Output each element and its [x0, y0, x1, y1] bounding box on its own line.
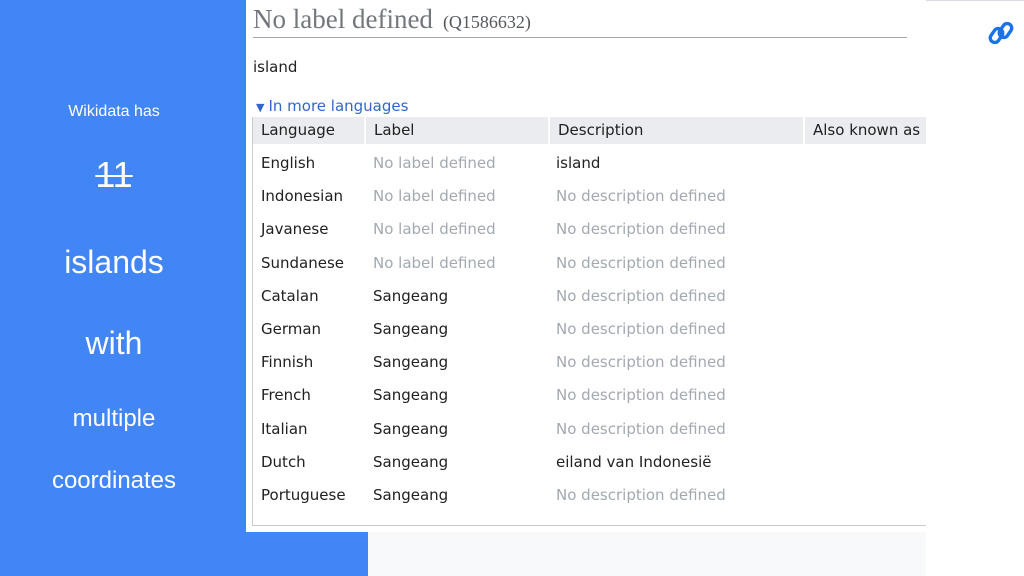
table-row: Dutch Sangeang eiland van Indonesië: [253, 446, 926, 479]
header-also-known-as: Also known as: [803, 117, 926, 144]
wikidata-screenshot: No label defined (Q1586632) island ▼ In mo…: [246, 0, 926, 532]
row-language: Portuguese: [261, 486, 346, 504]
table-row: Finnish Sangeang No description defined: [253, 346, 926, 379]
row-description: No description defined: [556, 386, 726, 405]
table-row: Indonesian No label defined No description…: [253, 180, 926, 213]
header-label: Label: [364, 117, 546, 144]
languages-table: Language Label Description Also known as…: [252, 117, 926, 526]
row-language: German: [261, 320, 322, 338]
row-description: No description defined: [556, 486, 726, 504]
row-description: No description defined: [556, 419, 726, 438]
row-language: Catalan: [261, 286, 319, 305]
row-label: Sangeang: [373, 486, 449, 504]
row-label: No label defined: [373, 154, 496, 172]
more-languages-label: In more languages: [268, 97, 409, 115]
item-qid: (Q1586632): [442, 12, 531, 32]
row-description: No description defined: [556, 253, 726, 272]
right-divider: [926, 0, 1024, 1]
row-label: Sangeang: [373, 419, 449, 438]
table-header: Language Label Description Also known as: [253, 117, 926, 144]
table-row: English No label defined island: [253, 147, 926, 180]
item-label: No label defined: [253, 4, 433, 34]
table-row: Portuguese Sangeang No description defined: [253, 479, 926, 512]
row-language: Sundanese: [261, 253, 345, 272]
slide-intro-text: Wikidata has: [68, 103, 160, 120]
row-label: No label defined: [373, 187, 496, 206]
table-row: Sundanese No label defined No description …: [253, 247, 926, 280]
table-row: Javanese No label defined No description d…: [253, 213, 926, 246]
slide-text-coordinates: coordinates: [51, 467, 177, 494]
row-language: Dutch: [261, 452, 306, 471]
row-language: Finnish: [261, 353, 314, 372]
row-description: No description defined: [556, 320, 726, 338]
slide-text-multiple: multiple: [72, 405, 156, 432]
table-row: Italian Sangeang No description defined: [253, 413, 926, 446]
row-language: Indonesian: [261, 187, 344, 206]
slide-text-with: with: [85, 325, 143, 361]
table-row: French Sangeang No description defined: [253, 379, 926, 412]
table-row: German Sangeang No description defined: [253, 313, 926, 346]
row-label: Sangeang: [373, 286, 449, 305]
row-label: Sangeang: [373, 353, 449, 372]
row-description: No description defined: [556, 286, 726, 305]
slide-count: 11: [95, 154, 133, 195]
row-description: No description defined: [556, 353, 726, 372]
row-language: French: [261, 386, 311, 405]
slide-text-islands: islands: [64, 244, 164, 280]
more-languages-toggle[interactable]: ▼ In more languages: [256, 97, 408, 115]
row-description: No description defined: [556, 187, 726, 206]
row-label: Sangeang: [373, 452, 449, 471]
bottom-strip: [368, 532, 926, 576]
row-label: No label defined: [373, 253, 496, 272]
header-description: Description: [548, 117, 801, 144]
triangle-down-icon: ▼: [256, 101, 265, 114]
right-strip: [926, 0, 1024, 576]
row-language: English: [261, 154, 316, 172]
item-heading: No label defined (Q1586632): [253, 4, 907, 38]
link-icon[interactable]: [984, 16, 1018, 50]
header-language: Language: [261, 121, 336, 139]
row-description: eiland van Indonesië: [556, 452, 712, 471]
row-language: Italian: [261, 419, 308, 438]
row-description: No description defined: [556, 220, 726, 239]
row-description: island: [556, 154, 601, 172]
table-row: Catalan Sangeang No description defined: [253, 280, 926, 313]
item-description: island: [253, 58, 298, 76]
row-label: Sangeang: [373, 320, 449, 338]
row-language: Javanese: [261, 220, 329, 239]
row-label: No label defined: [373, 220, 496, 239]
row-label: Sangeang: [373, 386, 449, 405]
